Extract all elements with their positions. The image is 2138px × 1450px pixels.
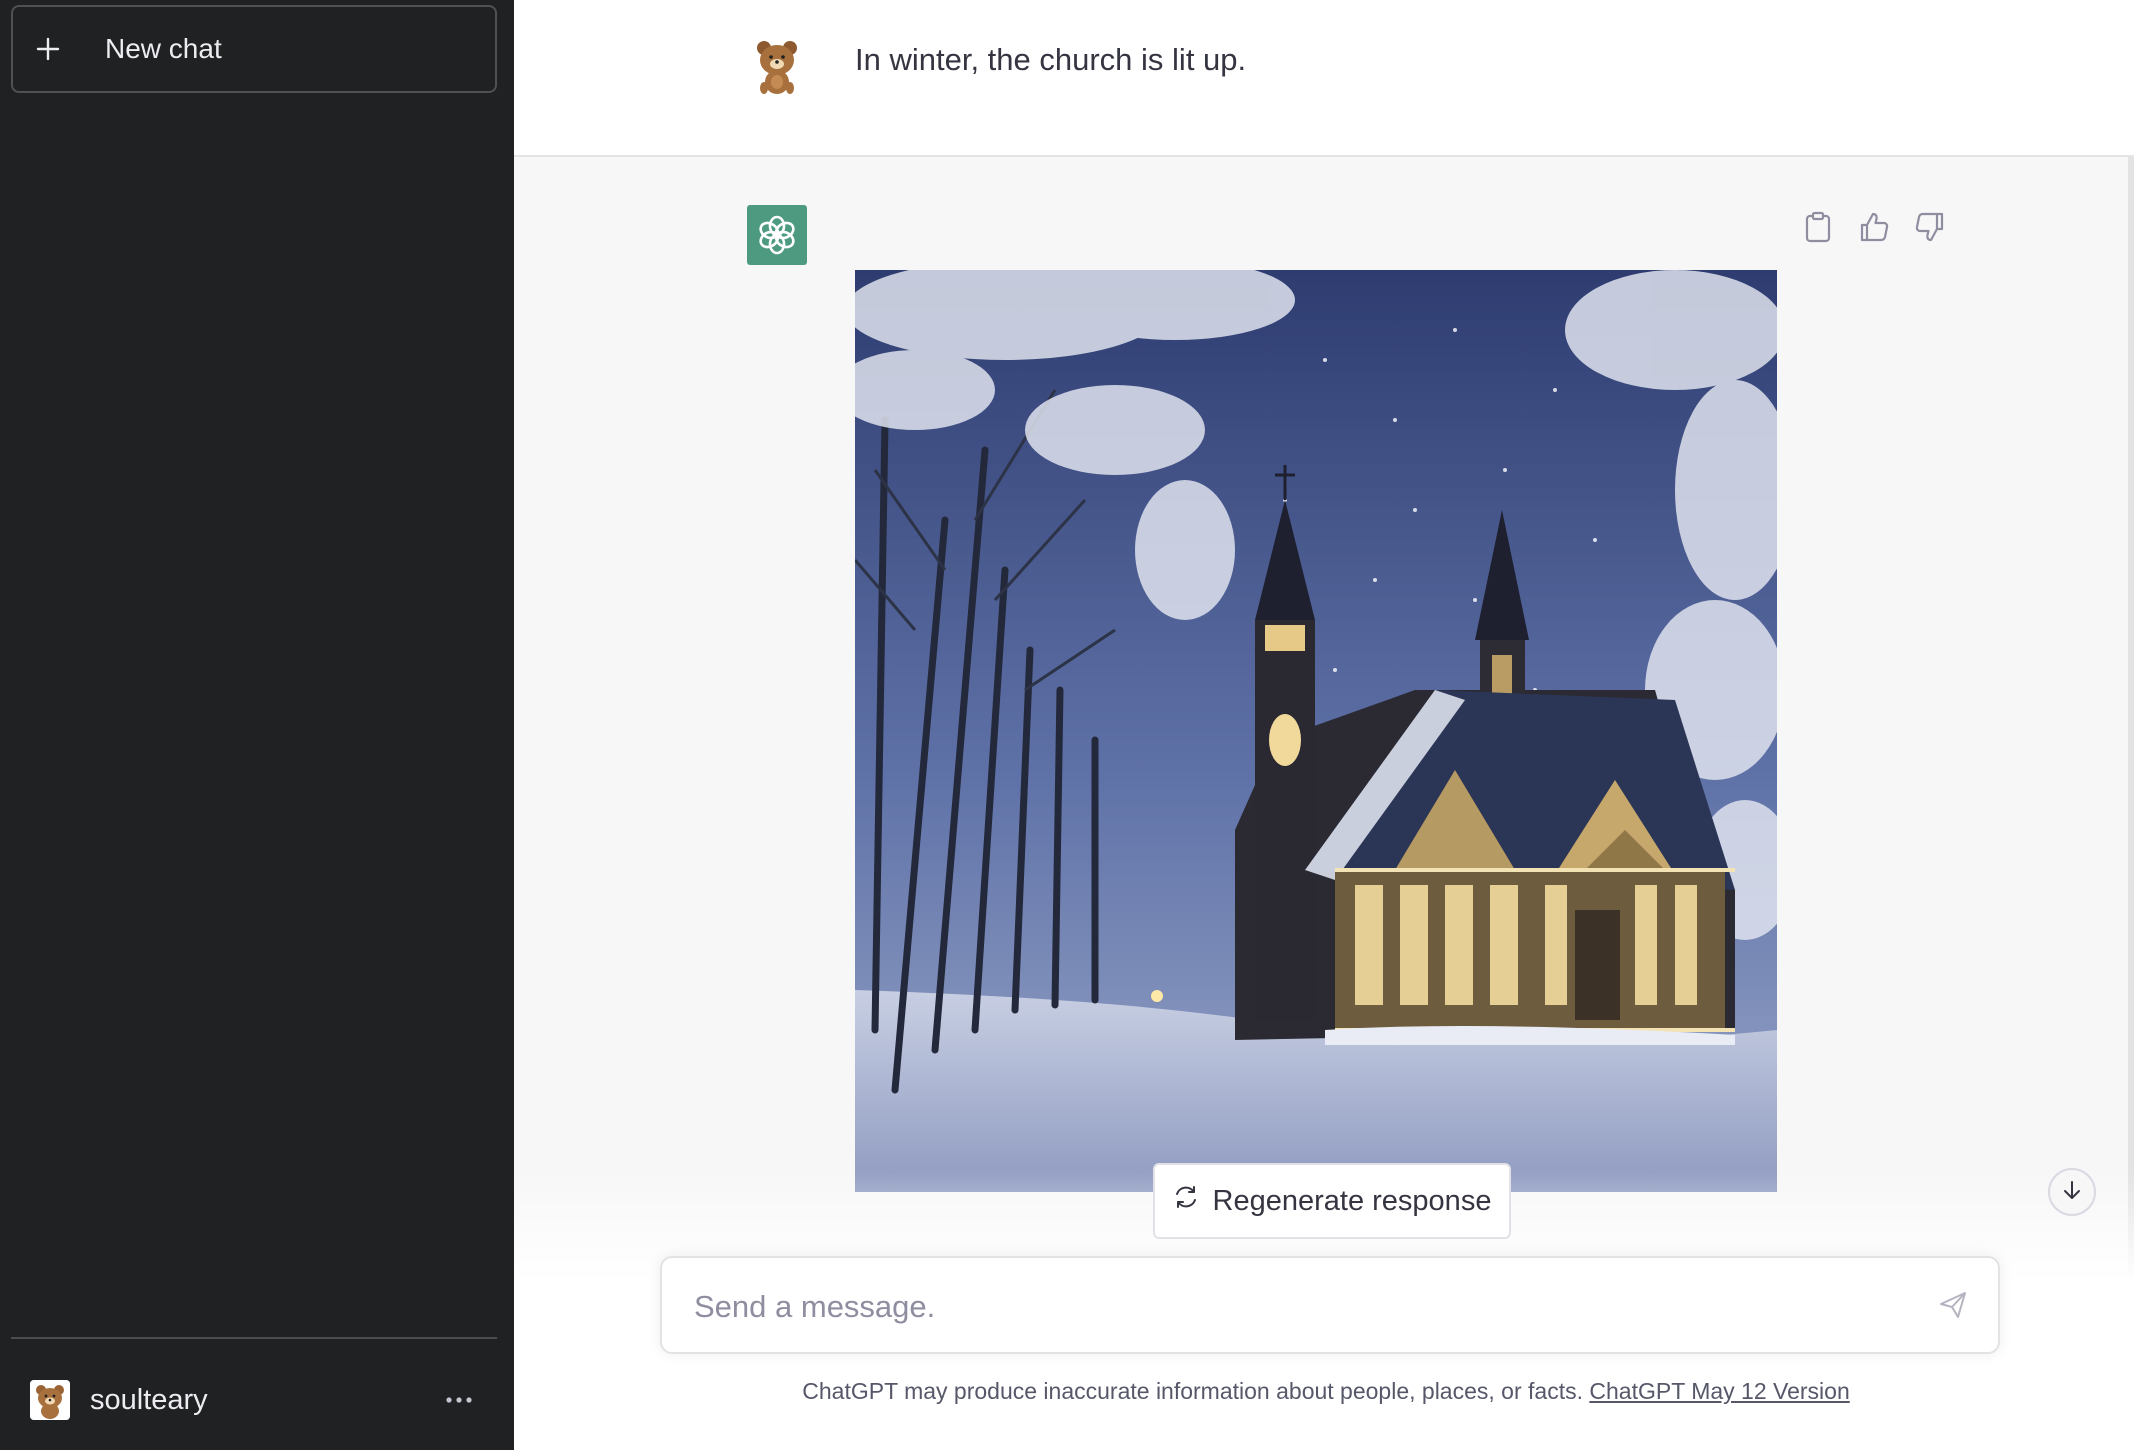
clipboard-icon[interactable] xyxy=(1800,209,1836,245)
message-input[interactable] xyxy=(692,1276,1876,1338)
user-avatar xyxy=(30,1380,70,1420)
thumbs-down-icon[interactable] xyxy=(1912,209,1948,245)
sidebar-divider xyxy=(11,1337,497,1339)
arrow-down-icon xyxy=(2060,1178,2084,1207)
message-composer xyxy=(660,1256,2000,1354)
user-message-row: In winter, the church is lit up. xyxy=(514,0,2134,157)
church-winter-image xyxy=(855,270,1777,1192)
plus-icon xyxy=(35,36,95,62)
footer-disclaimer: ChatGPT may produce inaccurate informati… xyxy=(514,1378,2138,1405)
sidebar: New chat soulteary xyxy=(0,0,514,1450)
footer-note-text: ChatGPT may produce inaccurate informati… xyxy=(802,1378,1583,1404)
version-link[interactable]: ChatGPT May 12 Version xyxy=(1589,1378,1849,1404)
new-chat-label: New chat xyxy=(105,33,222,64)
thumbs-up-icon[interactable] xyxy=(1856,209,1892,245)
send-icon xyxy=(1938,1290,1968,1325)
regenerate-label: Regenerate response xyxy=(1212,1184,1492,1217)
scroll-to-bottom-button[interactable] xyxy=(2048,1168,2096,1216)
send-button[interactable] xyxy=(1934,1288,1972,1326)
user-message-avatar xyxy=(752,38,802,96)
new-chat-button[interactable]: New chat xyxy=(11,5,497,93)
chat-main: In winter, the church is lit up. Regener… xyxy=(514,0,2138,1450)
regenerate-response-button[interactable]: Regenerate response xyxy=(1153,1163,1511,1239)
message-actions xyxy=(1800,209,1948,245)
ellipsis-icon[interactable] xyxy=(446,1396,472,1404)
user-name: soulteary xyxy=(90,1383,208,1416)
user-menu[interactable]: soulteary xyxy=(11,1355,497,1445)
openai-logo-icon xyxy=(747,205,807,265)
user-message-text: In winter, the church is lit up. xyxy=(855,42,1247,77)
refresh-icon xyxy=(1173,1184,1199,1218)
